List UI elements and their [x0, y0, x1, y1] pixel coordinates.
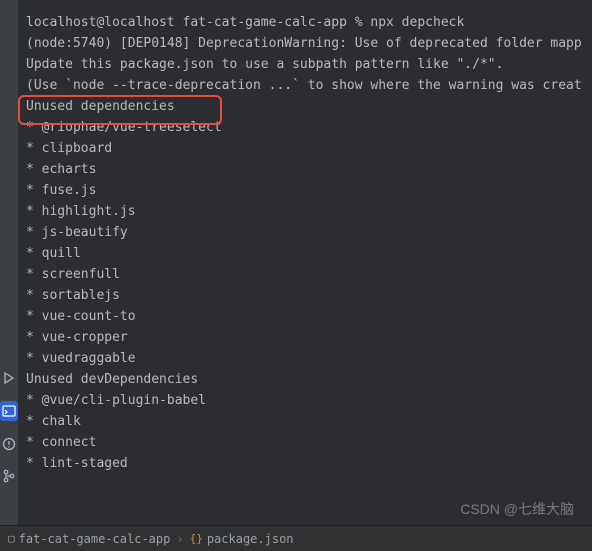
terminal-line: * chalk: [26, 411, 586, 432]
run-icon[interactable]: [0, 369, 18, 387]
terminal-line: localhost@localhost fat-cat-game-calc-ap…: [26, 12, 586, 33]
terminal-line: * vuedraggable: [26, 348, 586, 369]
file-name: package.json: [207, 532, 294, 546]
warning-icon[interactable]: [0, 435, 18, 453]
terminal-line: * clipboard: [26, 138, 586, 159]
terminal-line: * fuse.js: [26, 180, 586, 201]
terminal-line: * lint-staged: [26, 453, 586, 474]
terminal-line: (node:5740) [DEP0148] DeprecationWarning…: [26, 33, 586, 54]
project-name: fat-cat-game-calc-app: [19, 532, 171, 546]
terminal-line: Unused devDependencies: [26, 369, 586, 390]
activity-bar: [0, 0, 18, 525]
breadcrumb-file[interactable]: {} package.json: [190, 532, 294, 546]
terminal-line: * @vue/cli-plugin-babel: [26, 390, 586, 411]
folder-icon: ▢: [8, 532, 15, 545]
terminal-line: Update this package.json to use a subpat…: [26, 54, 586, 75]
terminal-line: * sortablejs: [26, 285, 586, 306]
chevron-right-icon: ›: [176, 532, 183, 546]
watermark: CSDN @七维大脑: [460, 499, 574, 519]
vcs-icon[interactable]: [0, 467, 18, 485]
terminal-line: Unused dependencies: [26, 96, 586, 117]
terminal-output[interactable]: localhost@localhost fat-cat-game-calc-ap…: [20, 0, 592, 525]
terminal-line: * screenfull: [26, 264, 586, 285]
breadcrumb-project[interactable]: ▢ fat-cat-game-calc-app: [8, 532, 170, 546]
terminal-line: * highlight.js: [26, 201, 586, 222]
terminal-line: * quill: [26, 243, 586, 264]
terminal-line: * echarts: [26, 159, 586, 180]
json-icon: {}: [190, 532, 203, 545]
terminal-line: * js-beautify: [26, 222, 586, 243]
terminal-line: * @riophae/vue-treeselect: [26, 117, 586, 138]
terminal-line: * vue-count-to: [26, 306, 586, 327]
status-bar: ▢ fat-cat-game-calc-app › {} package.jso…: [0, 525, 592, 551]
terminal-line: * connect: [26, 432, 586, 453]
terminal-line: * vue-cropper: [26, 327, 586, 348]
terminal-line: (Use `node --trace-deprecation ...` to s…: [26, 75, 586, 96]
terminal-icon[interactable]: [0, 401, 18, 421]
